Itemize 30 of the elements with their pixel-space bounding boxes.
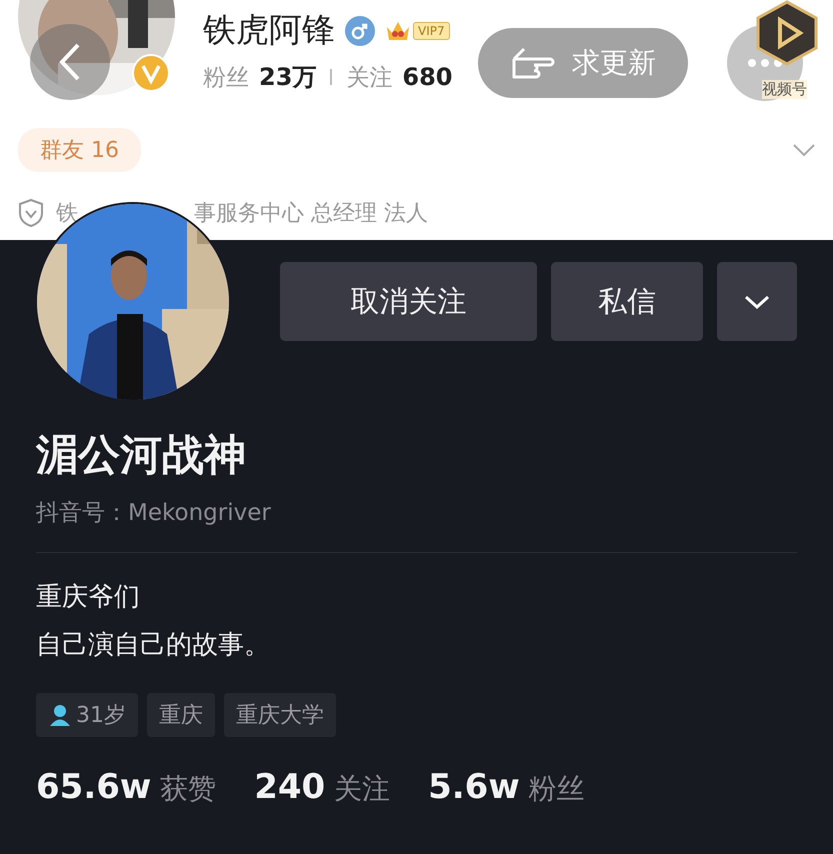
stat-count: 5.6w 粉丝 bbox=[428, 767, 585, 808]
verification-text: 铁 bbox=[56, 200, 78, 228]
stat-label: 粉丝 bbox=[203, 64, 249, 92]
stat-count: 65.6w 获赞 bbox=[36, 767, 216, 808]
unfollow-button[interactable]: 取消关注 bbox=[280, 262, 537, 341]
verified-icon bbox=[132, 54, 170, 92]
stat-label: 关注 bbox=[346, 64, 392, 92]
profile-name: 湄公河战神 bbox=[36, 429, 247, 481]
account-id: 抖音号：Mekongriver bbox=[36, 499, 272, 528]
chevron-down-icon[interactable] bbox=[793, 143, 815, 157]
person-icon bbox=[48, 703, 72, 727]
video-channel-label: 视频号 bbox=[762, 80, 807, 99]
more-icon bbox=[747, 58, 783, 68]
profile-tag: 31岁 bbox=[36, 693, 138, 737]
stat-count: 240 关注 bbox=[254, 767, 390, 808]
bio-line: 重庆爷们 bbox=[36, 581, 141, 614]
verification-text: 事服务中心 总经理 法人 bbox=[194, 200, 428, 228]
chevron-down-icon bbox=[744, 294, 770, 310]
bio-line: 自己演自己的故事。 bbox=[36, 629, 271, 662]
user-name: 铁虎阿锋 bbox=[203, 9, 335, 51]
message-button[interactable]: 私信 bbox=[551, 262, 703, 341]
back-icon bbox=[58, 42, 82, 82]
stat-value: 680 bbox=[402, 63, 453, 91]
shield-icon bbox=[18, 198, 44, 228]
profile-tag: 重庆 bbox=[147, 693, 215, 737]
pointing-hand-icon bbox=[510, 45, 556, 81]
stat-value: 23万 bbox=[259, 62, 316, 93]
profile-tag: 重庆大学 bbox=[224, 693, 336, 737]
male-icon bbox=[345, 16, 375, 46]
vip-badge: VIP7 bbox=[413, 22, 450, 40]
